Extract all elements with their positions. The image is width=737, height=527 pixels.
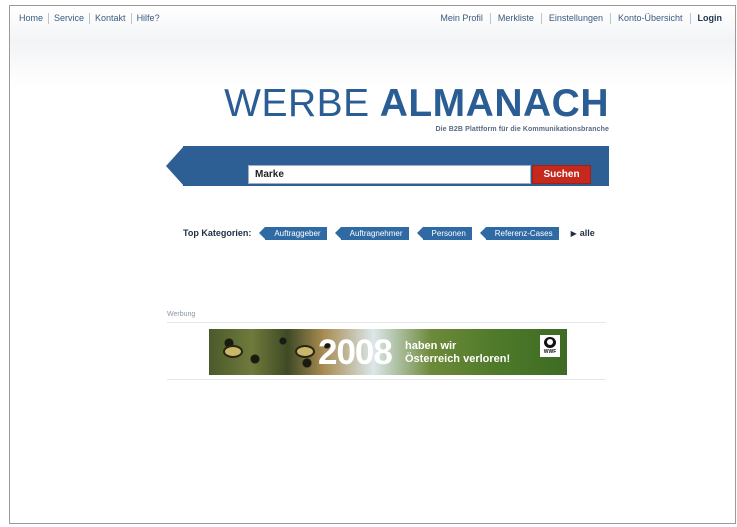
ad-divider-bottom <box>167 379 606 380</box>
logo-word-almanach: ALMANACH <box>379 82 609 125</box>
site-logo[interactable]: WERBE ALMANACH Die B2B Plattform für die … <box>185 82 609 134</box>
nav-mein-profil-link[interactable]: Mein Profil <box>433 13 491 24</box>
nav-konto-uebersicht-link[interactable]: Konto-Übersicht <box>611 13 691 24</box>
top-nav-right: Mein Profil Merkliste Einstellungen Kont… <box>433 13 729 24</box>
jaguar-eye-right <box>295 345 315 358</box>
ad-headline-line2: Österreich verloren! <box>405 353 511 365</box>
ad-label: Werbung <box>167 311 196 318</box>
panda-icon <box>544 337 556 348</box>
category-auftraggeber-tag[interactable]: Auftraggeber <box>259 226 327 240</box>
nav-home-link[interactable]: Home <box>19 13 50 24</box>
logo-tagline: Die B2B Plattform für die Kommunikations… <box>435 126 609 133</box>
nav-kontakt-link[interactable]: Kontakt <box>90 13 132 24</box>
play-arrow-icon: ▶ <box>570 229 577 238</box>
nav-service-link[interactable]: Service <box>49 13 91 24</box>
categories-all-link[interactable]: ▶ alle <box>571 228 595 238</box>
top-categories: Top Kategorien: Auftraggeber Auftragnehm… <box>183 225 595 241</box>
nav-einstellungen-link[interactable]: Einstellungen <box>542 13 611 24</box>
logo-word-werbe: WERBE <box>224 82 370 125</box>
ad-banner[interactable]: 2008 haben wir Österreich verloren! WWF <box>209 329 567 375</box>
nav-merkliste-link[interactable]: Merkliste <box>491 13 542 24</box>
categories-all-label: alle <box>579 228 595 238</box>
search-band-arrow <box>166 146 184 186</box>
category-auftragnehmer-tag[interactable]: Auftragnehmer <box>334 226 409 240</box>
category-personen-tag[interactable]: Personen <box>416 226 472 240</box>
jaguar-eye-left <box>223 345 243 358</box>
page-frame: Home Service Kontakt Hilfe? Mein Profil … <box>9 5 736 524</box>
ad-headline: haben wir Österreich verloren! <box>405 340 510 366</box>
ad-divider-top <box>167 322 606 323</box>
category-referenz-cases-tag[interactable]: Referenz-Cases <box>479 226 559 240</box>
ad-headline-line1: haben wir <box>405 340 457 352</box>
top-nav-left: Home Service Kontakt Hilfe? <box>19 13 160 24</box>
search-input[interactable] <box>248 165 531 184</box>
ad-year: 2008 <box>318 333 393 372</box>
top-categories-label: Top Kategorien: <box>183 228 252 238</box>
wwf-logo-text: WWF <box>543 349 557 355</box>
nav-login-link[interactable]: Login <box>691 13 730 24</box>
search-button[interactable]: Suchen <box>532 165 591 184</box>
wwf-logo: WWF <box>540 335 560 357</box>
nav-hilfe-link[interactable]: Hilfe? <box>132 13 160 24</box>
